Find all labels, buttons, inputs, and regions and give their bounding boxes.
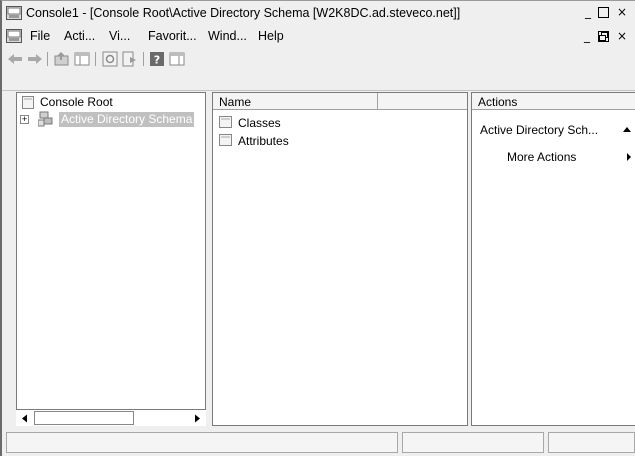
restore-icon (599, 32, 608, 41)
menu-file[interactable]: File (30, 29, 50, 43)
actions-pane: Actions Active Directory Sch... More Act… (471, 92, 635, 426)
close-icon: × (616, 29, 628, 43)
list-item-classes[interactable]: Classes (238, 116, 281, 130)
toolbar-separator (47, 52, 48, 66)
submenu-arrow-icon (626, 153, 632, 161)
toolbar: ? (2, 47, 635, 91)
forward-button[interactable] (27, 51, 43, 67)
mmc-app-icon[interactable] (6, 6, 22, 20)
menu-help[interactable]: Help (258, 29, 284, 43)
child-close-button[interactable]: × (616, 30, 628, 42)
actions-section-title[interactable]: Active Directory Sch... (480, 123, 598, 137)
export-list-icon (122, 51, 136, 67)
child-restore-button[interactable] (598, 31, 609, 42)
tree-node-active-directory-schema[interactable]: Active Directory Schema (59, 112, 195, 127)
column-header-blank (378, 93, 467, 110)
minimize-button[interactable]: _ (582, 6, 594, 18)
folder-icon (219, 115, 233, 129)
menu-bar: File Acti... Vi... Favorit... Wind... He… (2, 26, 635, 47)
svg-text:?: ? (154, 54, 160, 67)
column-header-name[interactable]: Name (213, 93, 378, 110)
status-cell-2 (402, 432, 544, 453)
document-system-menu-icon[interactable] (6, 29, 22, 43)
scroll-left-button[interactable] (20, 413, 30, 424)
toolbar-separator (95, 52, 96, 66)
console-tree-icon (74, 52, 90, 66)
minimize-icon: _ (584, 29, 590, 43)
forward-arrow-icon (28, 54, 42, 64)
scroll-right-arrow-icon (195, 414, 200, 423)
maximize-button[interactable] (598, 7, 609, 18)
refresh-button[interactable] (102, 51, 118, 67)
more-actions-item[interactable]: More Actions (507, 150, 576, 164)
child-minimize-button[interactable]: _ (581, 30, 593, 42)
menu-action[interactable]: Acti... (64, 29, 95, 43)
list-item-attributes[interactable]: Attributes (238, 134, 289, 148)
menu-favorites[interactable]: Favorit... (148, 29, 197, 43)
tree-node-console-root[interactable]: Console Root (40, 95, 113, 109)
actions-header: Actions (472, 93, 635, 110)
menu-window[interactable]: Wind... (208, 29, 247, 43)
close-icon: × (616, 5, 628, 19)
title-bar[interactable]: Console1 - [Console Root\Active Director… (2, 1, 635, 26)
tree-horizontal-scrollbar[interactable] (16, 409, 206, 426)
minimize-icon: _ (585, 5, 591, 19)
collapse-up-icon[interactable] (623, 126, 631, 134)
help-button[interactable]: ? (149, 51, 165, 67)
show-hide-tree-button[interactable] (74, 51, 90, 67)
window-title: Console1 - [Console Root\Active Director… (26, 6, 461, 20)
back-arrow-icon (8, 54, 22, 64)
action-pane-icon (169, 52, 185, 66)
status-cell-3 (548, 432, 635, 453)
mmc-window: Console1 - [Console Root\Active Director… (0, 0, 635, 456)
schema-snapin-icon (38, 111, 54, 127)
console-tree-pane[interactable]: Console Root + Active Directory Schema (16, 92, 206, 426)
show-hide-action-pane-button[interactable] (169, 51, 185, 67)
folder-icon (219, 133, 233, 147)
console-root-icon (22, 96, 35, 109)
menu-view[interactable]: Vi... (109, 29, 130, 43)
export-list-button[interactable] (122, 51, 138, 67)
results-pane[interactable]: Name Classes Attributes (212, 92, 468, 426)
status-bar (2, 430, 635, 456)
folder-up-icon (54, 52, 69, 66)
up-one-level-button[interactable] (54, 51, 70, 67)
back-button[interactable] (7, 51, 23, 67)
toolbar-separator (143, 52, 144, 66)
help-icon: ? (150, 52, 164, 67)
refresh-icon (102, 51, 118, 67)
expand-toggle[interactable]: + (20, 115, 29, 124)
scroll-right-button[interactable] (192, 413, 202, 424)
status-cell-main (6, 432, 398, 453)
close-button[interactable]: × (616, 6, 628, 18)
scroll-thumb[interactable] (34, 411, 134, 425)
scroll-left-arrow-icon (22, 414, 27, 423)
